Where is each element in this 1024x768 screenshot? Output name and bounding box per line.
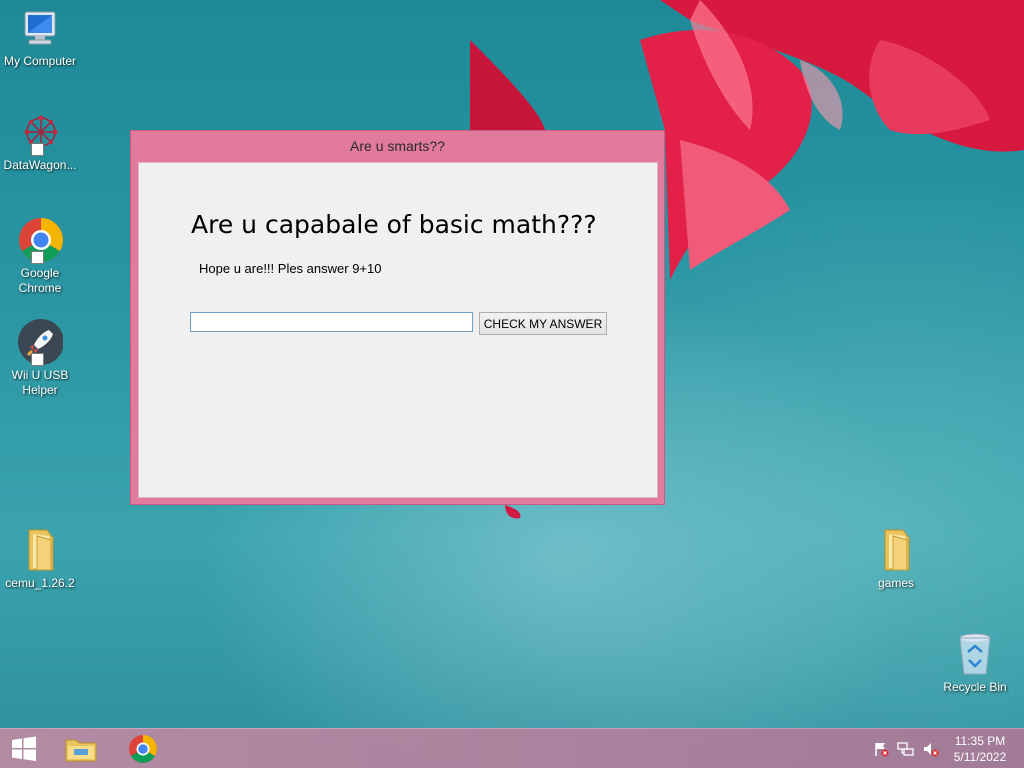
quiz-heading: Are u capabale of basic math??? <box>191 210 597 239</box>
taskbar-file-explorer[interactable] <box>57 729 105 768</box>
action-center-flag-icon <box>875 743 889 757</box>
chrome-icon <box>129 735 157 763</box>
desktop-icon-google-chrome[interactable]: Google Chrome <box>0 216 80 296</box>
desktop-icon-label: cemu_1.26.2 <box>5 576 75 590</box>
volume-muted-icon <box>924 743 939 757</box>
quiz-window: Are u smarts?? Are u capabale of basic m… <box>130 130 665 505</box>
folder-icon <box>28 529 54 571</box>
desktop-icon-cemu[interactable]: cemu_1.26.2 <box>0 526 80 591</box>
desktop-icon-datawagon[interactable]: DataWagon... <box>0 112 80 173</box>
window-client-area: Are u capabale of basic math??? Hope u a… <box>138 162 658 498</box>
computer-icon <box>24 11 56 45</box>
tray-network[interactable] <box>895 729 917 768</box>
tray-action-center[interactable] <box>870 729 892 768</box>
taskbar-clock[interactable]: 11:35 PM 5/11/2022 <box>940 733 1020 765</box>
desktop-icon-games[interactable]: games <box>856 526 936 591</box>
desktop-icon-wii-u-usb-helper[interactable]: Wii U USB Helper <box>0 318 80 398</box>
desktop-icon-label: My Computer <box>3 54 77 68</box>
shortcut-arrow-icon <box>31 251 44 264</box>
shortcut-arrow-icon <box>31 143 44 156</box>
recycle-bin-icon <box>959 633 991 675</box>
taskbar: 11:35 PM 5/11/2022 <box>0 728 1024 768</box>
tray-volume[interactable] <box>920 729 942 768</box>
desktop-icon-label: Wii U USB Helper <box>11 368 69 397</box>
clock-time: 11:35 PM <box>954 734 1006 748</box>
start-button[interactable] <box>0 729 48 768</box>
windows-start-icon <box>12 736 36 761</box>
check-answer-button[interactable]: CHECK MY ANSWER <box>479 312 607 335</box>
folder-icon <box>884 529 910 571</box>
desktop-icon-label: Google Chrome <box>18 266 62 295</box>
file-explorer-icon <box>65 739 97 762</box>
network-icon <box>897 742 914 756</box>
shortcut-arrow-icon <box>31 353 44 366</box>
desktop-icon-label: Recycle Bin <box>943 680 1007 694</box>
clock-date: 5/11/2022 <box>953 750 1007 764</box>
desktop-icon-recycle-bin[interactable]: Recycle Bin <box>935 630 1015 695</box>
desktop-icon-label: DataWagon... <box>3 158 77 172</box>
answer-input[interactable] <box>190 312 473 332</box>
desktop: My Computer DataWagon... Google Chrome W… <box>0 0 1024 768</box>
quiz-prompt: Hope u are!!! Ples answer 9+10 <box>199 261 382 276</box>
desktop-icon-my-computer[interactable]: My Computer <box>0 8 80 69</box>
taskbar-chrome[interactable] <box>119 729 167 768</box>
window-title[interactable]: Are u smarts?? <box>131 131 664 161</box>
desktop-icon-label: games <box>877 576 915 590</box>
